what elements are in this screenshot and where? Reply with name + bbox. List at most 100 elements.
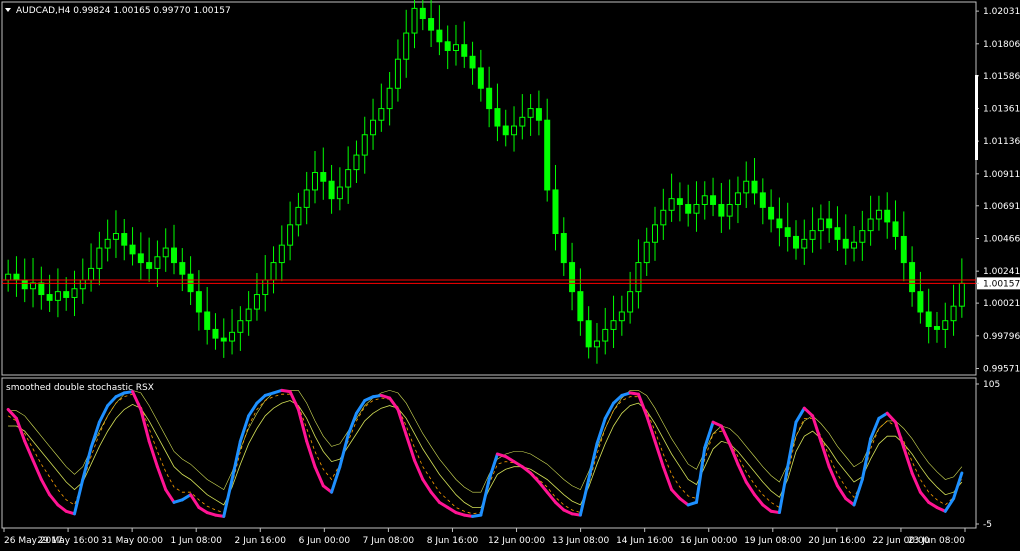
candle-body — [718, 203, 725, 217]
candle-body — [38, 282, 45, 296]
rsx-down-segment — [429, 490, 441, 504]
price-axis: 1.02031 1.01806 1.01586 1.01361 1.01136 1.009… — [976, 7, 1020, 374]
candle-body — [618, 311, 625, 322]
price-tick-label: 1.00157 — [983, 279, 1020, 289]
candle-body — [411, 7, 418, 34]
candle-body — [842, 238, 849, 249]
time-tick-label: 8 Jun 16:00 — [427, 536, 479, 546]
price-tick-label: 1.00241 — [983, 267, 1020, 277]
time-tick-label: 29 May 16:00 — [37, 536, 99, 546]
candle-body — [403, 32, 410, 60]
candle-body — [21, 279, 28, 290]
candle-body — [710, 195, 717, 205]
candlestick-series — [5, 0, 965, 364]
price-scroll-marker[interactable] — [975, 75, 978, 160]
rsx-down-segment — [529, 471, 541, 484]
rsx-up-segment — [106, 395, 118, 408]
candle-body — [494, 108, 501, 127]
candle-body — [535, 108, 542, 121]
time-tick-label: 6 Jun 00:00 — [299, 536, 351, 546]
candle-body — [5, 273, 12, 281]
candle-body — [900, 235, 907, 264]
candle-body — [137, 253, 144, 264]
candle-body — [245, 308, 252, 322]
rsx-up-segment — [330, 465, 342, 494]
rsx-down-segment — [288, 390, 300, 411]
candle-body — [378, 108, 385, 121]
candle-body — [262, 279, 269, 296]
price-tick-label: 1.00911 — [983, 170, 1020, 180]
rsx-up-segment — [247, 401, 259, 418]
candle-body — [519, 116, 526, 127]
rsx-down-segment — [653, 439, 665, 469]
time-tick-label: 12 Jun 00:00 — [488, 536, 545, 546]
candle-body — [544, 119, 551, 191]
time-tick-label: 20 Jun 16:00 — [808, 536, 865, 546]
symbol-header: AUDCAD,H4 0.99824 1.00165 0.99770 1.0015… — [16, 6, 231, 16]
rsx-up-segment — [786, 420, 798, 469]
candle-body — [419, 7, 426, 20]
candle-body — [88, 267, 95, 281]
rsx-up-segment — [794, 406, 806, 424]
candle-body — [768, 206, 775, 220]
candle-body — [875, 209, 882, 220]
rsx-down-segment — [728, 442, 740, 466]
time-tick-label: 13 Jun 08:00 — [552, 536, 609, 546]
rsx-up-segment — [89, 420, 101, 450]
candle-body — [444, 41, 451, 51]
candle-body — [96, 247, 103, 269]
price-tick-label: 1.00021 — [983, 299, 1020, 309]
rsx-up-segment — [230, 439, 242, 481]
candle-body — [79, 279, 86, 290]
candle-body — [104, 238, 111, 249]
rsx-up-segment — [694, 446, 707, 504]
candle-body — [792, 235, 799, 249]
candle-body — [593, 340, 600, 348]
rsx-down-segment — [678, 497, 690, 507]
candle-body — [942, 320, 949, 330]
rsx-down-segment — [189, 493, 201, 509]
rsx-down-segment — [661, 465, 674, 492]
indicator-tick-label: -5 — [983, 520, 992, 530]
rsx-down-segment — [802, 406, 815, 418]
candle-body — [278, 244, 285, 264]
candle-body — [154, 256, 161, 269]
candle-body — [627, 291, 634, 313]
rsx-down-segment — [827, 465, 839, 488]
rsx-down-segment — [545, 490, 557, 504]
candle-body — [452, 44, 459, 51]
indicator-axis: 105 -5 — [976, 380, 1000, 530]
rsx-down-segment — [23, 439, 35, 462]
candle-body — [212, 328, 219, 339]
time-tick-label: 16 Jun 00:00 — [680, 536, 737, 546]
rsx-down-segment — [761, 503, 773, 513]
candle-body — [370, 119, 377, 136]
price-panel-frame — [1, 1, 977, 376]
rsx-down-segment — [537, 480, 549, 494]
candle-body — [287, 224, 294, 246]
rsx-down-segment — [894, 420, 906, 450]
time-tick-label: 7 Jun 08:00 — [363, 536, 415, 546]
candle-body — [917, 291, 924, 313]
rsx-up-segment — [952, 471, 964, 501]
candle-body — [909, 262, 916, 293]
candle-body — [361, 134, 368, 156]
signal-envelope-line — [8, 390, 963, 493]
rsx-down-segment — [636, 392, 649, 418]
candle-body — [685, 203, 692, 214]
collapse-triangle-icon[interactable] — [5, 8, 11, 12]
price-tick-label: 1.01136 — [983, 137, 1020, 147]
price-tick-label: 0.99796 — [983, 332, 1020, 342]
candle-body — [610, 320, 617, 330]
candle-body — [112, 233, 119, 240]
candle-body — [428, 18, 435, 31]
indicator-tick-label: 105 — [983, 380, 1000, 390]
rsx-up-segment — [97, 404, 110, 424]
candle-body — [585, 320, 592, 348]
candle-body — [759, 192, 766, 208]
time-tick-label: 14 Jun 16:00 — [616, 536, 673, 546]
rsx-down-segment — [421, 477, 433, 494]
candle-body — [162, 247, 169, 258]
candle-body — [328, 180, 335, 200]
time-tick-label: 31 May 00:00 — [101, 536, 163, 546]
